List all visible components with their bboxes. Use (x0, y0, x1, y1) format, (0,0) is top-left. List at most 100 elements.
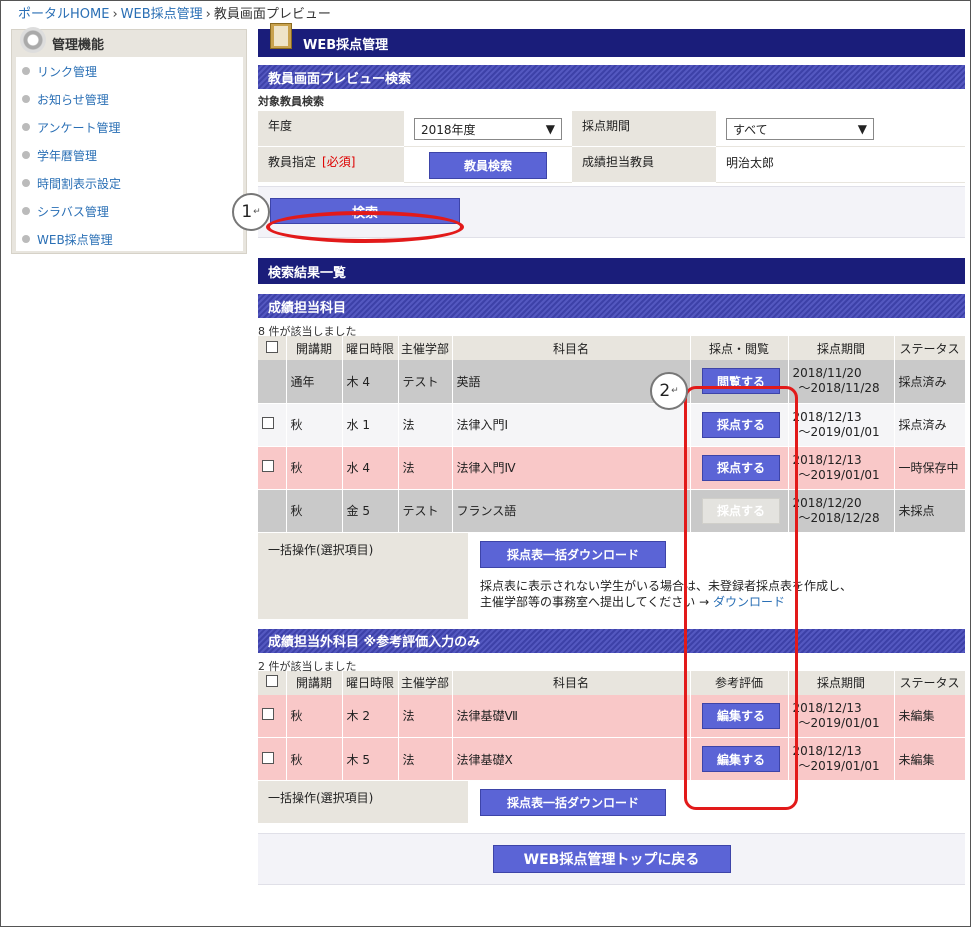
sidebar-item-news[interactable]: お知らせ管理 (16, 85, 243, 113)
teacher-search-button[interactable]: 教員検索 (429, 152, 547, 179)
step-marker-2: 2 ↵ (650, 372, 688, 410)
bulk-download-button[interactable]: 採点表一括ダウンロード (480, 789, 666, 816)
assigned-bulk-area: 一括操作(選択項目) 採点表一括ダウンロード 採点表に表示されない学生がいる場合… (258, 532, 965, 619)
return-mark: ↵ (253, 207, 261, 217)
status-cell: 採点済み (894, 360, 966, 404)
sidebar-header: 管理機能 (12, 27, 246, 56)
search-form: 年度 2018年度 ▼ 採点期間 すべて ▼ 教員指定 [必須] 教員検索 成績担当教… (258, 111, 965, 183)
dept-cell: テスト (398, 360, 453, 404)
sidebar-item-label: リンク管理 (37, 64, 98, 79)
caret-down-icon: ▼ (857, 122, 867, 136)
return-mark: ↵ (671, 386, 679, 396)
column-header: ステータス (894, 336, 966, 360)
period-select[interactable]: すべて ▼ (726, 118, 874, 140)
other-bulk-area: 一括操作(選択項目) 採点表一括ダウンロード (258, 781, 965, 823)
row-checkbox[interactable] (262, 708, 274, 721)
column-header: 主催学部 (398, 670, 453, 695)
breadcrumb-parent-link[interactable]: WEB採点管理 (121, 7, 203, 22)
term-cell: 通年 (286, 360, 343, 404)
slot-cell: 木 5 (342, 737, 399, 781)
search-section-header: 教員画面プレビュー検索 (258, 65, 965, 89)
sidebar-item-web-grading[interactable]: WEB採点管理 (16, 225, 243, 253)
year-select-value: 2018年度 (421, 122, 476, 137)
sidebar-item-link[interactable]: リンク管理 (16, 57, 243, 85)
column-header: 科目名 (452, 336, 691, 360)
column-header: 曜日時限 (342, 670, 399, 695)
footer-action-area: WEB採点管理トップに戻る (258, 833, 965, 885)
assigned-count: 8 件が該当しました (258, 325, 357, 338)
period-start: 2018/12/13 (792, 744, 862, 758)
teacher-label: 教員指定 (268, 155, 317, 169)
sidebar: 管理機能 リンク管理 お知らせ管理 アンケート管理 学年暦管理 時間割表示設定 … (11, 27, 247, 254)
period-start: 2018/11/20 (792, 366, 862, 381)
bullet-icon (22, 179, 30, 187)
slot-cell: 水 4 (342, 446, 399, 490)
bullet-icon (22, 67, 30, 75)
table-row: 秋 木 5 法 法律基礎Ⅹ 編集する 2018/12/13 ～2019/01/01… (258, 737, 966, 781)
select-all-checkbox[interactable] (265, 340, 278, 353)
breadcrumb-home-link[interactable]: ポータルHOME (18, 7, 109, 22)
other-subjects-header: 成績担当外科目 ※参考評価入力のみ (258, 628, 965, 653)
period-end: ～2018/12/28 (798, 510, 880, 525)
term-cell: 秋 (286, 489, 343, 533)
period-end: ～2018/11/28 (798, 381, 880, 396)
period-start: 2018/12/13 (792, 409, 862, 424)
sidebar-item-label: 学年暦管理 (37, 148, 98, 163)
page-title-bar: WEB採点管理 (258, 23, 965, 57)
sidebar-item-calendar[interactable]: 学年暦管理 (16, 141, 243, 169)
bullet-icon (22, 123, 30, 131)
year-select[interactable]: 2018年度 ▼ (414, 118, 562, 140)
table-row: 秋 水 1 法 法律入門Ⅰ 採点する 2018/12/13 ～2019/01/01… (258, 403, 966, 447)
book-icon (270, 23, 292, 49)
sidebar-item-label: 時間割表示設定 (37, 176, 122, 191)
row-checkbox[interactable] (262, 751, 274, 764)
slot-cell: 金 5 (342, 489, 399, 533)
sidebar-title: 管理機能 (52, 37, 105, 53)
bullet-icon (22, 95, 30, 103)
bulk-download-button[interactable]: 採点表一括ダウンロード (480, 540, 666, 568)
period-end: ～2019/01/01 (798, 759, 880, 773)
table-row: 秋 水 4 法 法律入門Ⅳ 採点する 2018/12/13 ～2019/01/01… (258, 446, 966, 490)
period-cell: 2018/12/13 ～2019/01/01 (788, 737, 895, 781)
year-label: 年度 (258, 111, 404, 147)
dept-cell: 法 (398, 737, 453, 781)
back-to-top-button[interactable]: WEB採点管理トップに戻る (492, 845, 731, 873)
row-checkbox[interactable] (262, 460, 274, 472)
dept-cell: テスト (398, 489, 453, 533)
column-header: 開講期 (286, 336, 343, 360)
sidebar-item-label: お知らせ管理 (37, 92, 109, 107)
breadcrumb-separator: › (205, 7, 211, 22)
sidebar-item-timetable[interactable]: 時間割表示設定 (16, 169, 243, 197)
subject-cell: 法律基礎Ⅹ (452, 737, 691, 781)
column-header: 採点期間 (788, 336, 895, 360)
period-select-value: すべて (733, 122, 768, 137)
row-checkbox[interactable] (262, 417, 274, 429)
sidebar-item-syllabus[interactable]: シラバス管理 (16, 197, 243, 225)
bulk-label: 一括操作(選択項目) (258, 781, 468, 823)
assigned-table: 開講期 曜日時限 主催学部 科目名 採点・閲覧 採点期間 ステータス 通年 木 … (258, 336, 966, 533)
term-cell: 秋 (286, 694, 343, 738)
other-table: 開講期 曜日時限 主催学部 科目名 参考評価 採点期間 ステータス 秋 木 2 … (258, 670, 966, 781)
breadcrumb-current: 教員画面プレビュー (213, 7, 331, 22)
breadcrumb: ポータルHOME › WEB採点管理 › 教員画面プレビュー (18, 3, 331, 22)
bulk-label: 一括操作(選択項目) (258, 532, 468, 619)
status-cell: 未採点 (894, 489, 966, 533)
note-line: 主催学部等の事務室へ提出してください → (480, 594, 710, 609)
select-all-checkbox[interactable] (265, 675, 278, 687)
column-header: 主催学部 (398, 336, 453, 360)
dept-cell: 法 (398, 694, 453, 738)
sidebar-item-survey[interactable]: アンケート管理 (16, 113, 243, 141)
slot-cell: 木 2 (342, 694, 399, 738)
period-end: ～2019/01/01 (798, 715, 880, 730)
gear-icon (20, 27, 46, 53)
column-header: 科目名 (452, 670, 691, 695)
period-end: ～2019/01/01 (798, 424, 880, 439)
caret-down-icon: ▼ (545, 122, 555, 136)
status-cell: 一時保存中 (894, 446, 966, 490)
slot-cell: 水 1 (342, 403, 399, 447)
sidebar-menu: リンク管理 お知らせ管理 アンケート管理 学年暦管理 時間割表示設定 シラバス管… (16, 57, 243, 251)
column-header: 開講期 (286, 670, 343, 695)
other-count: 2 件が該当しました (258, 659, 357, 673)
highlight-action-column (684, 386, 798, 810)
marker-number: 1 (241, 202, 253, 222)
